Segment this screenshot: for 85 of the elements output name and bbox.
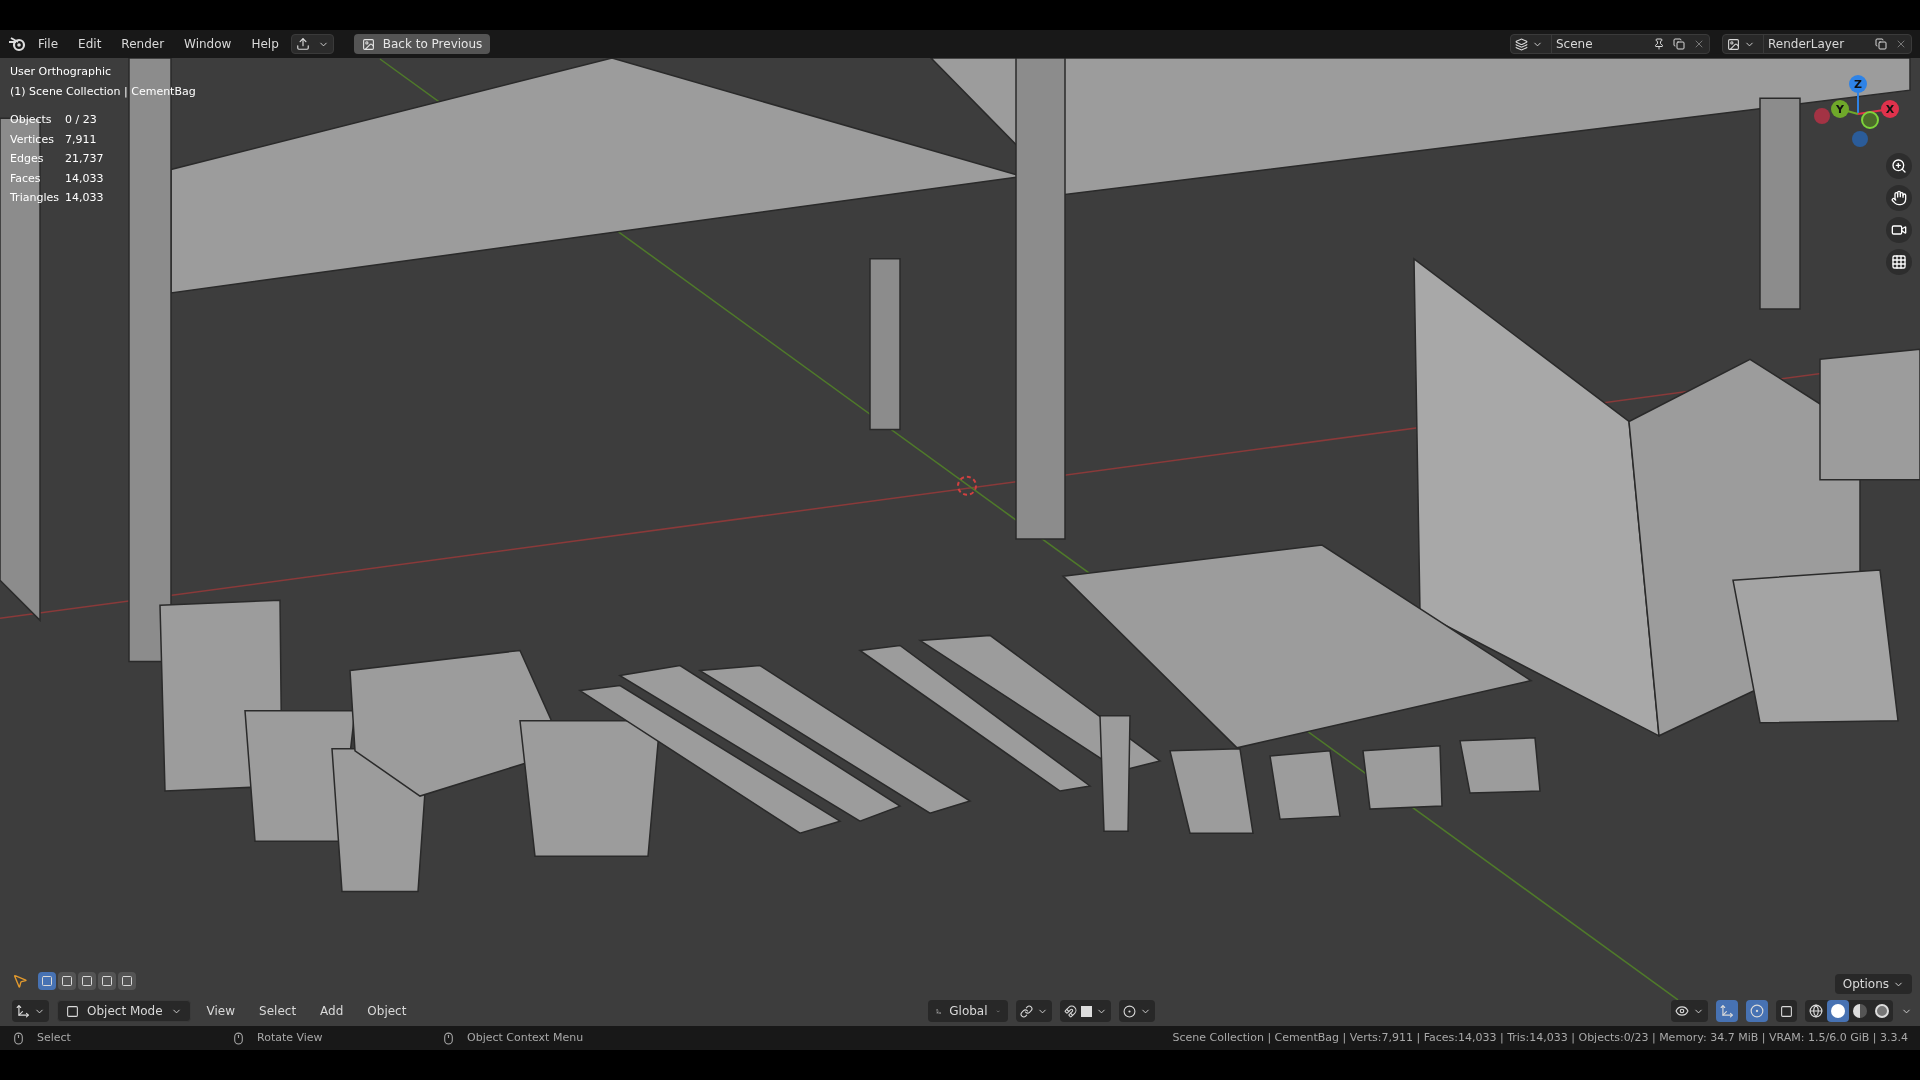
- axes-icon: [16, 1004, 30, 1018]
- header-menu-item[interactable]: Add: [312, 1000, 352, 1022]
- copy-icon[interactable]: [1673, 38, 1685, 50]
- gizmo-axis-label: Z: [1854, 78, 1862, 91]
- stat-value: 0 / 23: [65, 112, 98, 128]
- upload-icon: [295, 37, 310, 51]
- gizmo-axis-dot[interactable]: [1881, 100, 1899, 118]
- selection-mode-toggle[interactable]: [98, 972, 116, 990]
- pivot-dropdown[interactable]: [1016, 1000, 1052, 1022]
- mouse-icon: [442, 1031, 455, 1045]
- select-cursor-icon: [12, 973, 28, 989]
- gizmo-axis-label: Y: [1836, 103, 1844, 116]
- selection-mode-toggle[interactable]: [78, 972, 96, 990]
- mouse-icon: [12, 1031, 25, 1045]
- pin-icon[interactable]: [1653, 38, 1665, 50]
- view-layer-name: RenderLayer: [1763, 35, 1871, 53]
- square-icon: [121, 975, 133, 987]
- camera-icon[interactable]: [1886, 217, 1912, 243]
- circle-dot-icon: [1123, 1004, 1136, 1018]
- gizmo-negative-axis-dot[interactable]: [1861, 111, 1879, 129]
- scene-name: Scene: [1551, 35, 1649, 53]
- snap-toggle[interactable]: [1060, 1000, 1111, 1022]
- square-icon: [61, 975, 73, 987]
- selection-mode-toggle[interactable]: [58, 972, 76, 990]
- mode-dropdown[interactable]: Object Mode: [57, 1000, 191, 1022]
- axes-icon: [1720, 1004, 1734, 1018]
- proportional-edit-toggle[interactable]: [1119, 1000, 1155, 1022]
- zoom-icon[interactable]: [1886, 153, 1912, 179]
- gizmo-axis-label: X: [1885, 103, 1895, 116]
- visibility-dropdown[interactable]: [1671, 1000, 1708, 1022]
- scene-type-icon: [1515, 37, 1528, 51]
- xray-toggle[interactable]: [1776, 1000, 1797, 1022]
- orientation-dropdown[interactable]: Global: [928, 1000, 1008, 1022]
- square-icon: [1081, 1005, 1092, 1017]
- magnet-icon: [1064, 1004, 1077, 1018]
- gizmo-axis-dot[interactable]: [1849, 75, 1867, 93]
- menu-item[interactable]: File: [30, 33, 67, 55]
- upload-dropdown[interactable]: [290, 34, 334, 54]
- gizmo-negative-axis-dot[interactable]: [1814, 108, 1830, 124]
- view-layer-selector[interactable]: RenderLayer: [1722, 34, 1912, 54]
- back-to-previous-button[interactable]: Back to Previous: [353, 34, 491, 54]
- stat-value: 21,737: [65, 151, 105, 167]
- stat-value: 14,033: [65, 190, 105, 206]
- hand-icon[interactable]: [1886, 185, 1912, 211]
- eye-icon: [1675, 1004, 1689, 1018]
- stat-value: 14,033: [65, 170, 105, 187]
- blender-logo-icon[interactable]: [8, 36, 26, 52]
- square-icon: [66, 1004, 79, 1018]
- header-menu-item[interactable]: View: [198, 1000, 244, 1022]
- square-icon: [81, 975, 93, 987]
- view-name: User Orthographic: [10, 64, 113, 80]
- editor-type-dropdown[interactable]: [12, 1000, 49, 1022]
- mouse-icon: [232, 1031, 245, 1045]
- stat-value: 7,911: [65, 131, 98, 148]
- shading-mode-button[interactable]: [1827, 1000, 1849, 1022]
- overlapping-circles-icon: [1750, 1004, 1764, 1018]
- selection-mode-toggle[interactable]: [118, 972, 136, 990]
- copy-icon[interactable]: [1875, 38, 1887, 50]
- link-icon: [1020, 1004, 1033, 1018]
- selection-mode-toggle[interactable]: [38, 972, 56, 990]
- status-hint: Select: [37, 1029, 71, 1046]
- overlay-toggle[interactable]: [1746, 1000, 1768, 1022]
- gizmo-toggle[interactable]: [1716, 1000, 1738, 1022]
- scene-selector[interactable]: Scene: [1510, 34, 1710, 54]
- menu-item[interactable]: Render: [113, 33, 173, 55]
- status-hint: Object Context Menu: [467, 1029, 584, 1046]
- wireframe-sphere-icon: [1809, 1004, 1823, 1018]
- grid-icon[interactable]: [1886, 249, 1912, 275]
- header-menu-item[interactable]: Object: [359, 1000, 415, 1022]
- status-info: Scene Collection | CementBag | Verts:7,911 | Faces:14,033 | Tris:14,033 | Objects:0/23 | Memory: 34.7 MiB | VRAM: 1.5/6.0 GiB | 3.3.4: [1172, 1029, 1908, 1046]
- menu-item[interactable]: Window: [176, 33, 240, 55]
- stat-label: Objects: [10, 112, 53, 128]
- close-icon[interactable]: [1895, 38, 1907, 50]
- navigation-gizmo[interactable]: Z Y X: [1800, 64, 1910, 154]
- status-hint: Rotate View: [257, 1029, 323, 1046]
- square-icon: [41, 975, 53, 987]
- menu-item[interactable]: Help: [243, 33, 287, 55]
- square-icon: [1780, 1004, 1793, 1018]
- close-icon[interactable]: [1693, 38, 1705, 50]
- header-menu-item[interactable]: Select: [251, 1000, 305, 1022]
- options-dropdown[interactable]: Options: [1834, 974, 1912, 994]
- gizmo-axis-dot[interactable]: [1831, 100, 1849, 118]
- menu-item[interactable]: Edit: [70, 33, 110, 55]
- square-icon: [101, 975, 113, 987]
- gizmo-negative-axis-dot[interactable]: [1852, 131, 1868, 147]
